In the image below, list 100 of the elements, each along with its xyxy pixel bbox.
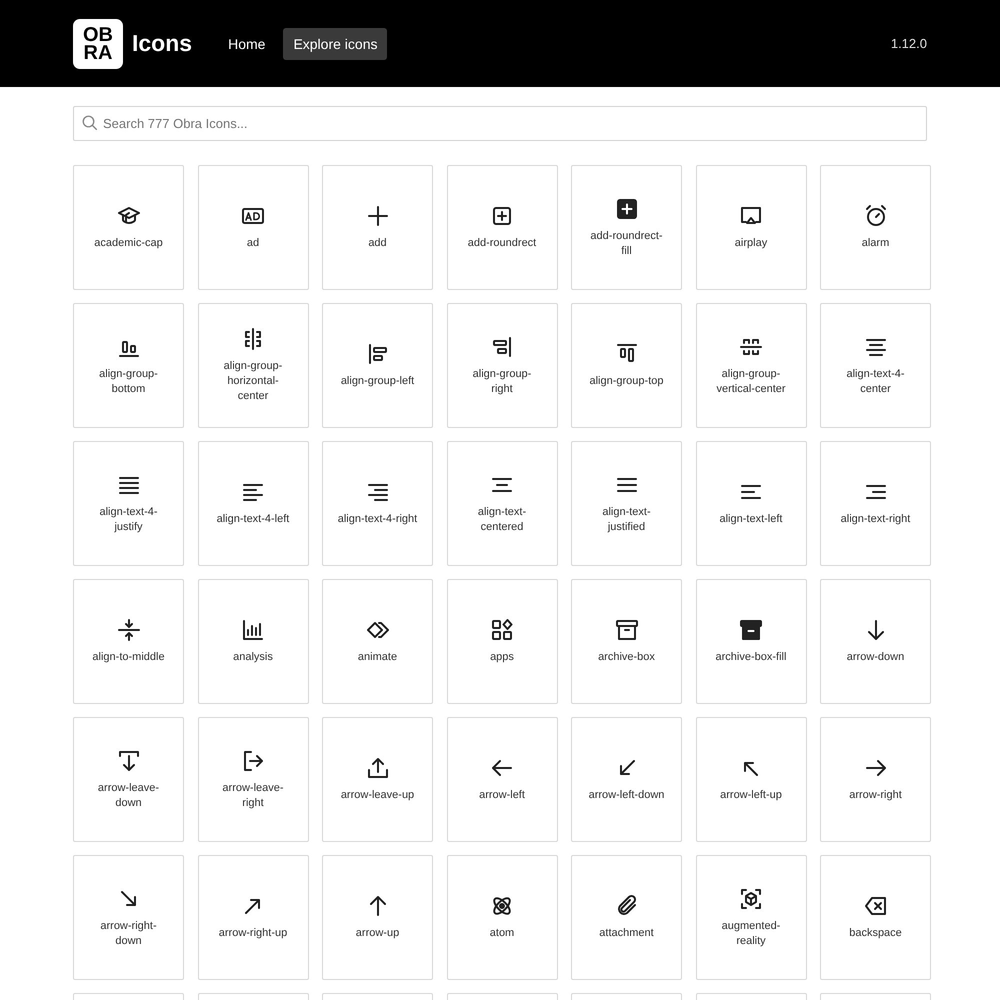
icon-name: align-text-4-justify xyxy=(98,504,159,534)
icon-tile[interactable]: animate xyxy=(322,579,433,704)
icon-tile[interactable]: augmented-reality xyxy=(696,855,806,980)
nav-link[interactable]: Explore icons xyxy=(283,28,388,60)
icon-name: add xyxy=(368,236,387,251)
icon-tile[interactable]: align-text-left xyxy=(696,441,806,566)
bar-chart-icon xyxy=(241,618,265,642)
icon-tile[interactable]: add-roundrect xyxy=(446,165,558,290)
icon-name: augmented-reality xyxy=(720,918,782,948)
icon-name: align-text-right xyxy=(840,512,910,527)
icon-tile[interactable]: align-text-4-right xyxy=(322,441,433,566)
backspace-icon xyxy=(864,894,888,918)
icon-tile[interactable]: add-roundrect-fill xyxy=(571,165,682,290)
icon-tile[interactable]: academic-cap xyxy=(73,165,184,290)
cube-frame-icon xyxy=(739,886,763,910)
icon-name: arrow-left xyxy=(479,788,525,803)
archive-box-icon xyxy=(614,618,638,642)
icon-tile[interactable]: align-group-right xyxy=(446,303,558,428)
arrow-down-tray-icon xyxy=(116,748,140,772)
icon-tile[interactable]: alarm xyxy=(820,165,931,290)
nav-link[interactable]: Home xyxy=(218,28,276,60)
icon-name: airplay xyxy=(734,236,768,251)
icon-tile[interactable]: atom xyxy=(446,855,558,980)
icon-tile[interactable]: arrow-leave-down xyxy=(73,717,184,842)
icon-name: backspace xyxy=(849,926,902,941)
icon-name: arrow-left-up xyxy=(720,788,782,803)
icon-tile[interactable]: arrow-down xyxy=(820,579,931,704)
icon-name: archive-box-fill xyxy=(716,650,786,665)
icon-tile[interactable]: align-group-bottom xyxy=(73,303,184,428)
icon-tile[interactable]: attachment xyxy=(571,855,682,980)
archive-box-icon xyxy=(739,618,763,642)
logo[interactable]: OB RA xyxy=(73,18,123,68)
icon-tile[interactable]: ad xyxy=(198,165,308,290)
icon-name: align-text-4-center xyxy=(845,366,906,396)
icon-name: archive-box xyxy=(598,650,655,665)
search-icon xyxy=(81,114,99,132)
icon-name: align-to-middle xyxy=(92,650,165,665)
icon-name: add-roundrect xyxy=(468,236,536,251)
icon-tile[interactable]: arrow-left-down xyxy=(571,717,682,842)
apps-icon xyxy=(490,618,514,642)
icon-tile[interactable]: align-group-top xyxy=(571,303,682,428)
icon-name: arrow-leave-right xyxy=(221,780,285,810)
icon-name: align-group-horizontal-center xyxy=(222,359,284,404)
icon-name: align-text-centered xyxy=(476,504,528,534)
icon-tile[interactable]: archive-box-fill xyxy=(696,579,806,704)
icon-tile[interactable]: arrow-right-up xyxy=(198,855,308,980)
icon-tile[interactable]: apps xyxy=(446,579,558,704)
icon-name: apps xyxy=(490,650,514,665)
icon-name: arrow-leave-up xyxy=(340,788,414,803)
search-field[interactable]: Search 777 Obra Icons... xyxy=(73,106,927,141)
icon-tile[interactable]: arrow-left-up xyxy=(696,717,806,842)
icon-tile[interactable]: airplay xyxy=(696,165,806,290)
icon-tile[interactable]: align-text-right xyxy=(820,441,931,566)
icon-name: align-text-justified xyxy=(601,504,652,534)
icon-tile[interactable]: arrow-up xyxy=(322,855,433,980)
icon-tile[interactable]: align-text-4-justify xyxy=(73,441,184,566)
icon-tile[interactable]: align-to-middle xyxy=(73,579,184,704)
icon-name: align-group-left xyxy=(340,374,414,389)
icon-tile[interactable]: archive-box xyxy=(571,579,682,704)
plus-square-icon xyxy=(614,196,638,220)
icon-name: add-roundrect-fill xyxy=(589,228,664,258)
icon-tile[interactable]: arrow-right xyxy=(820,717,931,842)
icon-tile[interactable]: align-text-4-left xyxy=(198,441,308,566)
icon-name: align-group-vertical-center xyxy=(715,366,787,396)
icon-name: ad xyxy=(246,236,260,251)
icon-name: atom xyxy=(490,926,514,941)
icon-name: analysis xyxy=(233,650,273,665)
icon-name: arrow-leave-down xyxy=(96,780,160,810)
icon-tile[interactable]: align-group-left xyxy=(322,303,433,428)
icon-tile[interactable]: analysis xyxy=(198,579,308,704)
alarm-clock-icon xyxy=(864,204,888,228)
icon-tile[interactable]: align-text-centered xyxy=(446,441,558,566)
atom-icon xyxy=(490,894,514,918)
icon-name: arrow-right-up xyxy=(218,926,288,941)
icon-name: align-text-4-right xyxy=(338,512,418,527)
icon-name: align-group-bottom xyxy=(98,366,159,396)
icon-tile[interactable]: align-group-horizontal-center xyxy=(198,303,308,428)
icon-tile[interactable]: arrow-leave-up xyxy=(322,717,433,842)
icon-tile[interactable]: arrow-right-down xyxy=(73,855,184,980)
icon-name: arrow-right xyxy=(849,788,902,803)
icon-tile[interactable]: align-text-justified xyxy=(571,441,682,566)
plus-square-icon xyxy=(490,204,514,228)
icon-tile[interactable]: align-group-vertical-center xyxy=(696,303,806,428)
icon-name: align-text-4-left xyxy=(216,512,290,527)
icon-name: academic-cap xyxy=(94,236,163,251)
icon-tile[interactable]: align-text-4-center xyxy=(820,303,931,428)
site-title: Icons xyxy=(132,30,192,57)
icon-name: arrow-down xyxy=(846,650,904,665)
icon-tile[interactable]: add xyxy=(322,165,433,290)
arrow-right-bracket-icon xyxy=(241,748,265,772)
icon-name: attachment xyxy=(599,926,654,941)
icon-tile[interactable]: arrow-left xyxy=(446,717,558,842)
icon-tile[interactable]: backspace xyxy=(820,855,931,980)
icon-name: arrow-right-down xyxy=(99,918,158,948)
upload-icon xyxy=(366,756,390,780)
icon-name: arrow-left-down xyxy=(588,788,664,803)
icon-tile[interactable]: arrow-leave-right xyxy=(198,717,308,842)
icon-name: align-text-left xyxy=(720,512,782,527)
icon-name: arrow-up xyxy=(356,926,400,941)
icon-name: align-group-right xyxy=(472,366,532,396)
